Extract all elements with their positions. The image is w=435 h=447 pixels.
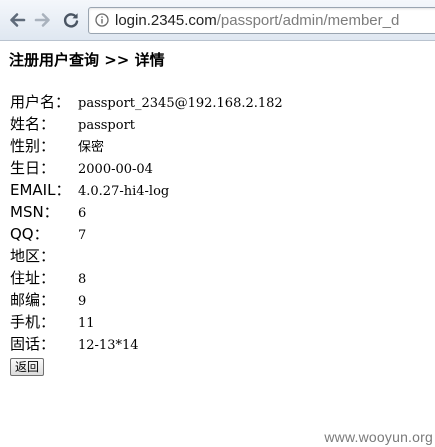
watermark: www.wooyun.org [324,429,433,445]
field-row-region: 地区： [10,245,283,267]
address-bar-url: login.2345.com/passport/admin/member_d [115,11,399,30]
field-row-phone: 固话： 12-13*14 [10,333,283,355]
reload-icon [63,13,79,28]
field-value: 2000-00-04 [78,162,153,177]
page-icon [95,13,109,27]
field-value: 4.0.27-hi4-log [78,184,170,199]
field-row-mobile: 手机： 11 [10,311,283,333]
browser-toolbar: login.2345.com/passport/admin/member_d [0,0,435,41]
field-row-email: EMAIL： 4.0.27-hi4-log [10,179,283,201]
field-label: 地区： [10,247,56,265]
field-value: passport_2345@192.168.2.182 [78,96,283,111]
field-label: 邮编： [10,291,56,309]
field-row-username: 用户名： passport_2345@192.168.2.182 [10,91,283,113]
field-label: 生日： [10,159,56,177]
address-bar[interactable]: login.2345.com/passport/admin/member_d [88,7,435,34]
field-value: 11 [78,316,95,331]
field-row-address: 住址： 8 [10,267,283,289]
field-row-birthday: 生日： 2000-00-04 [10,157,283,179]
field-value: 7 [78,228,87,243]
field-value: 9 [78,294,87,309]
field-row-qq: QQ： 7 [10,223,283,245]
field-label: MSN： [10,203,59,221]
forward-button[interactable] [32,9,54,31]
back-button[interactable] [6,9,28,31]
user-details: 用户名： passport_2345@192.168.2.182 姓名： passp… [10,91,283,355]
page-content: 注册用户查询 >> 详情 用户名： passport_2345@192.168.2… [0,41,435,447]
field-label: 性别： [10,137,56,155]
field-value: 保密 [78,140,105,155]
field-row-name: 姓名： passport [10,113,283,135]
url-path: /passport/admin/member_d [216,12,400,29]
field-value: 6 [78,206,87,221]
url-host: login.2345.com [115,12,217,29]
field-label: 固话： [10,335,56,353]
return-button[interactable]: 返回 [10,358,45,376]
field-row-postcode: 邮编： 9 [10,289,283,311]
arrow-right-icon [34,13,50,27]
field-label: QQ： [10,225,49,243]
field-row-gender: 性别： 保密 [10,135,283,157]
field-label: 姓名： [10,115,56,133]
field-value: passport [78,118,136,133]
field-label: EMAIL： [10,181,71,199]
field-row-msn: MSN： 6 [10,201,283,223]
field-label: 住址： [10,269,56,287]
page-title: 注册用户查询 >> 详情 [9,51,165,69]
field-value: 8 [78,272,87,287]
field-label: 手机： [10,313,56,331]
field-label: 用户名： [10,93,71,111]
field-value: 12-13*14 [78,338,139,353]
reload-button[interactable] [60,9,82,31]
arrow-left-icon [10,13,26,27]
